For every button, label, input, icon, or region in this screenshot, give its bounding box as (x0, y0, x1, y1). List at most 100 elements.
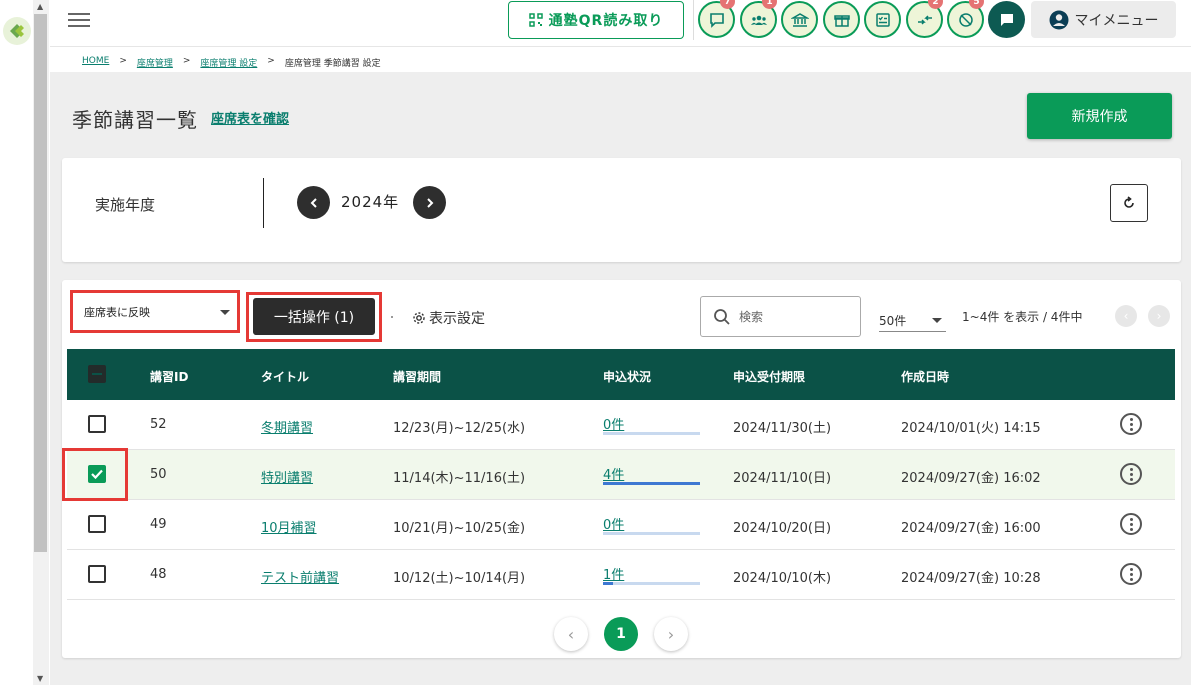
breadcrumb-home[interactable]: HOME (82, 56, 109, 69)
top-header: 通塾QR読み取り 7 1 2 5 マイメニュー (50, 0, 1191, 46)
course-title-link[interactable]: 10月補習 (261, 517, 317, 536)
column-header-title[interactable]: タイトル (261, 368, 309, 385)
previous-page-arrow[interactable]: ‹ (1115, 305, 1137, 327)
table-row[interactable]: 52 冬期講習 12/23(月)~12/25(水) 0件 2024/11/30(… (67, 400, 1175, 450)
more-options-icon[interactable] (1120, 563, 1142, 585)
application-progress-bar (603, 432, 700, 435)
qr-icon (528, 13, 543, 27)
gift-icon (833, 14, 850, 27)
column-header-period[interactable]: 講習期間 (393, 368, 441, 385)
chevron-right-icon (426, 197, 433, 208)
row-checkbox[interactable] (88, 515, 106, 533)
checklist-icon (875, 12, 890, 27)
students-button[interactable]: 1 (740, 0, 777, 38)
application-progress-bar (603, 482, 700, 485)
application-status[interactable]: 1件 (603, 564, 700, 585)
bulk-action-button[interactable]: 一括操作 (1) (253, 298, 375, 335)
per-page-value: 50件 (879, 314, 907, 328)
application-count-link[interactable]: 4件 (603, 468, 624, 483)
dropdown-caret-icon (220, 310, 230, 315)
column-header-id[interactable]: 講習ID (150, 368, 188, 385)
created-at: 2024/10/01(火) 14:15 (901, 421, 1041, 436)
column-header-deadline[interactable]: 申込受付期限 (733, 368, 805, 385)
row-checkbox[interactable] (88, 415, 106, 433)
bulk-action-select[interactable]: 座席表に反映 (76, 296, 234, 327)
search-field[interactable] (700, 296, 861, 337)
application-progress-bar (603, 582, 700, 585)
vertical-scrollbar[interactable]: ▲ ▼ (33, 0, 49, 685)
result-range-text: 1~4件 を表示 / 4件中 (962, 310, 1083, 324)
previous-year-button[interactable] (297, 186, 330, 219)
table-row[interactable]: 48 テスト前講習 10/12(土)~10/14(月) 1件 2024/10/1… (67, 550, 1175, 600)
gift-button[interactable] (823, 1, 860, 38)
qr-scan-button[interactable]: 通塾QR読み取り (508, 1, 684, 39)
table-row[interactable]: 50 特別講習 11/14(木)~11/16(土) 4件 2024/11/10(… (67, 450, 1175, 500)
application-count-link[interactable]: 0件 (603, 418, 624, 433)
application-count-link[interactable]: 1件 (603, 568, 624, 583)
column-header-created[interactable]: 作成日時 (901, 368, 949, 385)
search-input[interactable] (739, 309, 839, 324)
breadcrumb-seat-management[interactable]: 座席管理 (137, 56, 173, 69)
display-settings-button[interactable]: 表示設定 (412, 308, 485, 328)
chat-icon (1000, 13, 1013, 26)
swap-badge: 2 (928, 0, 943, 9)
breadcrumb-seat-settings[interactable]: 座席管理 設定 (200, 56, 257, 69)
row-checkbox[interactable] (88, 565, 106, 583)
chevron-left-icon: ‹ (567, 624, 575, 644)
qr-scan-label: 通塾QR読み取り (548, 13, 664, 29)
more-options-icon[interactable] (1120, 463, 1142, 485)
chevron-left-icon: ‹ (1123, 309, 1129, 323)
header-divider (693, 0, 694, 40)
alerts-badge: 5 (969, 0, 984, 9)
select-all-checkbox[interactable] (88, 365, 106, 383)
messages-badge: 7 (720, 0, 735, 9)
swap-button[interactable]: 2 (906, 0, 943, 38)
application-status[interactable]: 0件 (603, 414, 700, 435)
breadcrumb-separator: > (182, 56, 191, 66)
display-settings-label: 表示設定 (429, 311, 485, 327)
per-page-select[interactable]: 50件 (879, 308, 946, 332)
my-menu-label: マイメニュー (1074, 12, 1159, 29)
scrollbar-thumb[interactable] (34, 14, 47, 552)
course-title-link[interactable]: 特別講習 (261, 467, 313, 486)
scroll-up-icon[interactable]: ▲ (37, 2, 43, 12)
hamburger-menu-icon[interactable] (68, 9, 90, 31)
bulk-select-highlight: 座席表に反映 (70, 290, 240, 333)
students-badge: 1 (762, 0, 777, 9)
my-menu-button[interactable]: マイメニュー (1031, 1, 1176, 38)
scroll-down-icon[interactable]: ▼ (37, 674, 43, 684)
page-title: 季節講習一覧 (72, 108, 198, 132)
application-count-link[interactable]: 0件 (603, 518, 624, 533)
school-button[interactable] (781, 1, 818, 38)
view-seat-chart-link[interactable]: 座席表を確認 (211, 108, 289, 127)
app-logo-icon[interactable] (3, 17, 31, 45)
create-new-button[interactable]: 新規作成 (1027, 93, 1172, 139)
left-rail: ▲ ▼ (0, 0, 50, 685)
checklist-button[interactable] (864, 1, 901, 38)
next-year-button[interactable] (413, 186, 446, 219)
course-id: 50 (150, 467, 167, 482)
course-title-link[interactable]: 冬期講習 (261, 417, 313, 436)
pagination-current-page[interactable]: 1 (604, 617, 638, 651)
application-status[interactable]: 4件 (603, 464, 700, 485)
next-page-arrow[interactable]: › (1148, 305, 1170, 327)
table-row[interactable]: 49 10月補習 10/21(月)~10/25(金) 0件 2024/10/20… (67, 500, 1175, 550)
course-title-link[interactable]: テスト前講習 (261, 567, 339, 586)
breadcrumb-current: 座席管理 季節講習 設定 (284, 59, 381, 69)
messages-button[interactable]: 7 (698, 0, 735, 38)
more-options-icon[interactable] (1120, 413, 1142, 435)
created-at: 2024/09/27(金) 16:00 (901, 521, 1041, 536)
alerts-button[interactable]: 5 (947, 0, 984, 38)
group-icon (750, 15, 767, 25)
application-status[interactable]: 0件 (603, 514, 700, 535)
application-progress-fill (603, 582, 613, 585)
more-options-icon[interactable] (1120, 513, 1142, 535)
column-header-applications[interactable]: 申込状況 (603, 368, 651, 385)
bulk-action-select-value: 座席表に反映 (84, 305, 150, 319)
created-at: 2024/09/27(金) 16:02 (901, 471, 1041, 486)
pagination-next-button[interactable]: › (654, 617, 688, 651)
chat-bubble-icon (709, 12, 724, 28)
pagination-prev-button[interactable]: ‹ (554, 617, 588, 651)
chat-button[interactable] (988, 1, 1025, 38)
refresh-button[interactable] (1110, 184, 1148, 222)
